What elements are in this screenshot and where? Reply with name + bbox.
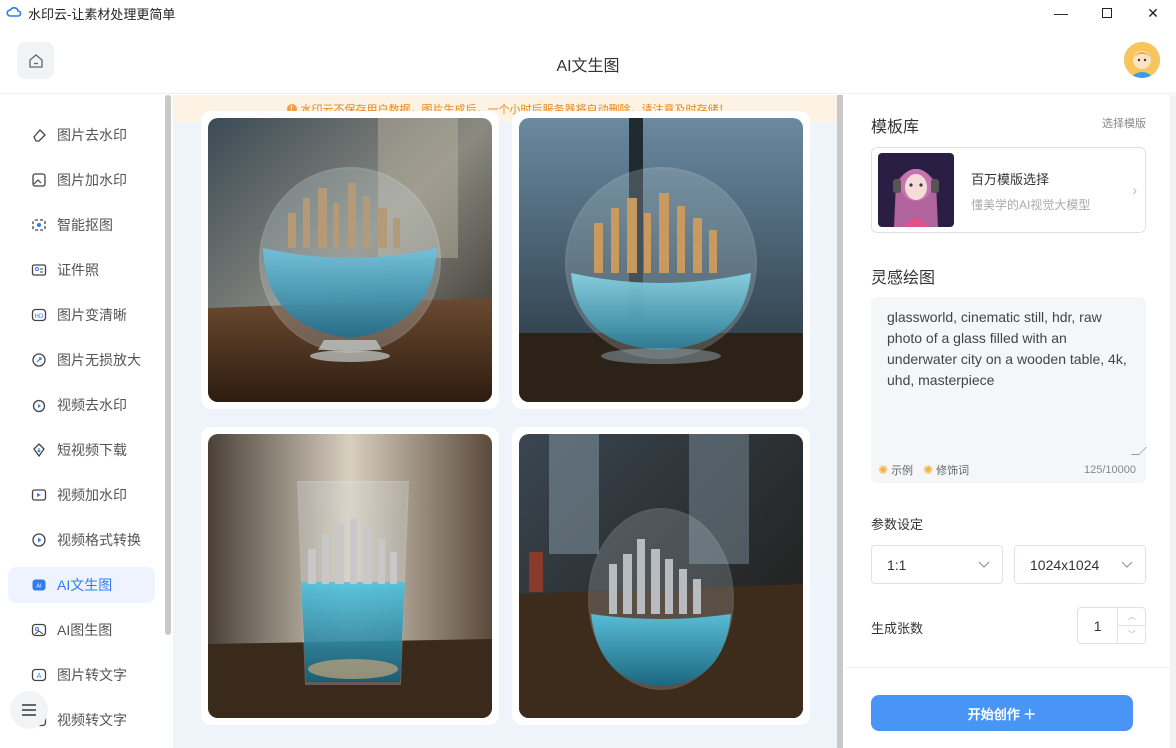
size-select[interactable]: 1024x1024 <box>1014 545 1146 584</box>
modifier-button[interactable]: ✺ 修饰词 <box>923 462 969 478</box>
start-create-button[interactable]: 开始创作 ＋ <box>871 695 1133 731</box>
ai-image-image-icon <box>30 621 48 639</box>
prompt-input[interactable]: glassworld, cinematic still, hdr, raw ph… <box>871 297 1147 483</box>
increment-button[interactable]: ︿ <box>1118 608 1145 626</box>
sidebar-item-image-enlarge[interactable]: 图片无损放大 <box>8 342 155 378</box>
template-card[interactable]: 百万模版选择 懂美学的AI视觉大模型 › <box>871 147 1146 233</box>
sidebar-item-short-video-download[interactable]: 短视频下载 <box>8 432 155 468</box>
chevron-right-icon: › <box>1132 182 1137 198</box>
minimize-button[interactable]: — <box>1038 0 1084 26</box>
close-icon: ✕ <box>1147 4 1159 21</box>
sidebar-item-ai-text-to-image[interactable]: AI AI文生图 <box>8 567 155 603</box>
quantity-value[interactable]: 1 <box>1078 608 1119 643</box>
resize-handle-icon[interactable] <box>1131 447 1147 455</box>
hamburger-icon <box>22 704 36 716</box>
hd-icon: HD <box>30 306 48 324</box>
maximize-button[interactable] <box>1084 0 1130 26</box>
template-thumbnail <box>878 153 954 227</box>
chevron-up-icon: ︿ <box>1127 612 1136 621</box>
decrement-button[interactable]: ﹀ <box>1118 626 1145 643</box>
divider <box>845 667 1176 668</box>
count-label: 生成张数 <box>871 621 924 636</box>
settings-panel: 模板库 选择模版 百万模版选择 懂美学的AI视觉大模型 › 灵感绘图 glass… <box>845 95 1176 748</box>
enlarge-icon <box>30 351 48 369</box>
page-title: AI文生图 <box>556 58 620 75</box>
sidebar-item-video-watermark-add[interactable]: 视频加水印 <box>8 477 155 513</box>
window-title: 水印云-让素材处理更简单 <box>28 6 176 22</box>
video-eraser-icon <box>30 396 48 414</box>
sidebar-item-video-watermark-remove[interactable]: 视频去水印 <box>8 387 155 423</box>
quantity-stepper[interactable]: 1 ︿ ﹀ <box>1077 607 1146 644</box>
sun-icon: ✺ <box>923 463 934 477</box>
chevron-down-icon <box>1121 561 1133 568</box>
glass-bowl-image <box>519 434 803 718</box>
sidebar-item-image-watermark-add[interactable]: 图片加水印 <box>8 162 155 198</box>
app-logo-icon <box>6 7 22 17</box>
sidebar-item-image-sharpen[interactable]: HD 图片变清晰 <box>8 297 155 333</box>
svg-text:HD: HD <box>34 313 44 320</box>
sidebar-item-smart-cutout[interactable]: 智能抠图 <box>8 207 155 243</box>
select-template-link[interactable]: 选择模版 <box>1102 115 1146 131</box>
download-icon <box>30 441 48 459</box>
close-button[interactable]: ✕ <box>1130 0 1176 26</box>
example-button[interactable]: ✺ 示例 <box>878 462 913 478</box>
sidebar-item-ai-image-to-image[interactable]: AI图生图 <box>8 612 155 648</box>
params-title: 参数设定 <box>871 517 924 532</box>
gallery-area: ! 水印云不保存用户数据，图片生成后，一个小时后服务器将自动删除，请注意及时存储… <box>173 95 843 748</box>
sidebar-item-id-photo[interactable]: 证件照 <box>8 252 155 288</box>
minimize-icon: — <box>1054 5 1068 21</box>
id-card-icon <box>30 261 48 279</box>
chevron-down-icon: ﹀ <box>1127 630 1136 639</box>
sidebar-scrollbar[interactable] <box>165 95 171 635</box>
ratio-select[interactable]: 1:1 <box>871 545 1003 584</box>
app-header: AI文生图 <box>0 26 1176 94</box>
video-add-icon <box>30 486 48 504</box>
ai-text-image-icon: AI <box>30 576 48 594</box>
chevron-down-icon <box>978 561 990 568</box>
ocr-icon: A <box>30 666 48 684</box>
eraser-icon <box>30 126 48 144</box>
glass-cup-image <box>208 434 492 718</box>
title-bar: 水印云-让素材处理更简单 — ✕ <box>0 0 1176 26</box>
cutout-icon <box>30 216 48 234</box>
menu-button[interactable] <box>10 691 48 729</box>
glass-bowl-image <box>519 118 803 402</box>
avatar[interactable] <box>1124 42 1160 78</box>
result-image-1[interactable] <box>201 111 499 409</box>
svg-text:A: A <box>37 672 42 680</box>
sidebar-item-image-watermark-remove[interactable]: 图片去水印 <box>8 117 155 153</box>
sidebar-item-video-format-convert[interactable]: 视频格式转换 <box>8 522 155 558</box>
character-count: 125/10000 <box>1084 464 1136 476</box>
svg-text:AI: AI <box>36 584 42 590</box>
maximize-icon <box>1102 8 1112 18</box>
prompt-title: 灵感绘图 <box>871 270 936 287</box>
result-image-2[interactable] <box>512 111 810 409</box>
play-circle-icon <box>30 531 48 549</box>
template-name: 百万模版选择 <box>971 172 1050 187</box>
avatar-image <box>1124 42 1160 78</box>
prompt-text[interactable]: glassworld, cinematic still, hdr, raw ph… <box>887 307 1137 391</box>
template-library-title: 模板库 <box>871 119 920 136</box>
image-add-icon <box>30 171 48 189</box>
panel-scrollbar[interactable] <box>1170 95 1176 748</box>
gallery-scrollbar[interactable] <box>837 95 843 748</box>
result-image-3[interactable] <box>201 427 499 725</box>
sidebar-item-image-to-text[interactable]: A 图片转文字 <box>8 657 155 693</box>
sidebar: 图片去水印 图片加水印 智能抠图 证件照 HD 图片变清晰 图片无损放大 视频去… <box>0 95 173 748</box>
glass-bowl-image <box>208 118 492 402</box>
template-description: 懂美学的AI视觉大模型 <box>971 198 1091 212</box>
sun-icon: ✺ <box>878 463 889 477</box>
result-image-4[interactable] <box>512 427 810 725</box>
